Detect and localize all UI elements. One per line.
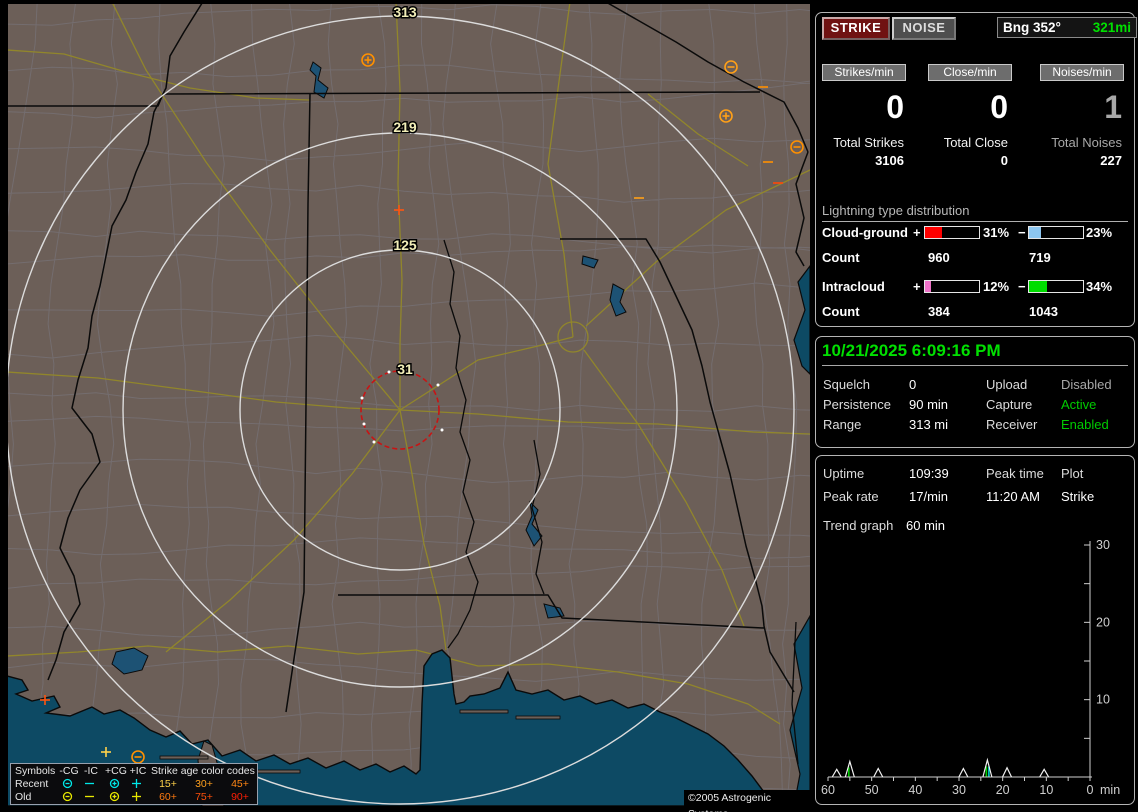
ic-pos-pct: 12% [983,279,1010,294]
ic-neg-count: 1043 [1029,304,1058,319]
receiver-label: Receiver [986,417,1038,432]
svg-text:20: 20 [1096,615,1110,629]
recent-pos-cg-icon [109,778,120,789]
age-code-75: 75+ [195,791,213,803]
total-noises-label: Total Noises [1051,135,1122,150]
cg-pos-pct: 31% [983,225,1010,240]
cg-minus-sign: − [1018,225,1026,240]
svg-text:10: 10 [1096,693,1110,707]
datetime-display: 10/21/2025 6:09:16 PM [822,341,1128,366]
capture-status: Active [1061,397,1097,412]
ic-pos-count: 384 [928,304,950,319]
trend-panel: Uptime 109:39 Peak time Plot Peak rate 1… [815,455,1135,805]
trend-graph: 10 20 30 60 50 40 30 20 10 0 min [821,538,1120,797]
legend-col-pos-ic: +IC [129,765,147,777]
bearing-display: Bng 352° 321mi [997,17,1137,38]
old-pos-ic-icon [131,791,142,802]
age-code-60: 60+ [159,791,177,803]
ic-plus-sign: + [913,279,921,294]
bearing-value: Bng 352° [1003,20,1061,35]
squelch-label: Squelch [823,377,870,392]
bearing-distance: 321mi [1092,20,1131,35]
total-strikes-label: Total Strikes [833,135,904,150]
copyright-notice: ©2005 Astrogenic Systems [684,790,814,812]
ic-count-label: Count [822,304,860,319]
cg-plus-sign: + [913,225,921,240]
svg-text:30: 30 [1096,538,1110,552]
age-code-90: 90+ [231,791,249,803]
map-legend: Symbols -CG -IC +CG +IC Strike age color… [10,763,258,805]
age-code-30: 30+ [195,778,213,790]
upload-label: Upload [986,377,1028,392]
stormvue-window: 313 219 125 31 Symbols -CG -IC +CG +IC Stri… [0,0,1138,812]
cg-count-label: Count [822,250,860,265]
svg-text:min: min [1100,783,1120,797]
squelch-value: 0 [909,377,917,392]
cg-neg-pct: 23% [1086,225,1113,240]
svg-text:0: 0 [1087,783,1094,797]
legend-row-old-label: Old [15,791,32,803]
age-code-15: 15+ [159,778,177,790]
range-value: 313 mi [909,417,949,432]
total-noises-value: 227 [1100,153,1122,168]
svg-text:40: 40 [908,783,922,797]
legend-row-recent-label: Recent [15,778,49,790]
noises-per-min-value: 1 [1104,89,1122,125]
total-close-value: 0 [1000,153,1008,168]
persistence-value: 90 min [909,397,949,412]
recent-pos-ic-icon [131,778,142,789]
legend-symbols-header: Symbols [15,765,56,777]
map-canvas[interactable]: 313 219 125 31 [1,0,845,812]
close-per-min-chip[interactable]: Close/min [928,64,1012,81]
ic-neg-pct: 34% [1086,279,1113,294]
strikes-per-min-value: 0 [886,89,904,125]
legend-age-header: Strike age color codes [151,765,255,777]
legend-col-neg-ic: -IC [84,765,98,777]
strike-mode-button[interactable]: STRIKE [822,17,890,40]
svg-text:125: 125 [393,237,417,253]
capture-label: Capture [986,397,1033,412]
range-label: Range [823,417,862,432]
lightning-map[interactable]: 313 219 125 31 [1,0,845,812]
svg-text:313: 313 [393,4,417,20]
total-close-label: Total Close [943,135,1008,150]
stats-panel: STRIKE NOISE Bng 352° 321mi Strikes/min … [815,12,1137,327]
status-panel: 10/21/2025 6:09:16 PM Squelch 0 Upload D… [815,336,1135,448]
ic-pos-bar [924,280,980,293]
ic-neg-bar [1028,280,1084,293]
legend-col-neg-cg: -CG [59,765,79,777]
old-neg-ic-icon [84,791,95,802]
old-neg-cg-icon [62,791,73,802]
ic-minus-sign: − [1018,279,1026,294]
cg-neg-bar [1028,226,1084,239]
distribution-heading: Lightning type distribution [822,203,1128,222]
svg-text:219: 219 [393,119,417,135]
svg-text:50: 50 [865,783,879,797]
noise-mode-button[interactable]: NOISE [892,17,956,40]
age-code-45: 45+ [231,778,249,790]
persistence-label: Persistence [823,397,891,412]
total-strikes-value: 3106 [875,153,904,168]
close-per-min-value: 0 [990,89,1008,125]
svg-text:10: 10 [1039,783,1053,797]
noises-per-min-chip[interactable]: Noises/min [1040,64,1124,81]
legend-col-pos-cg: +CG [105,765,127,777]
strikes-per-min-chip[interactable]: Strikes/min [822,64,906,81]
svg-text:60: 60 [821,783,835,797]
recent-neg-cg-icon [62,778,73,789]
recent-neg-ic-icon [84,778,95,789]
cg-neg-count: 719 [1029,250,1051,265]
upload-status: Disabled [1061,377,1112,392]
svg-text:20: 20 [996,783,1010,797]
cg-pos-bar [924,226,980,239]
svg-text:31: 31 [397,361,413,377]
intracloud-label: Intracloud [822,279,885,294]
old-pos-cg-icon [109,791,120,802]
svg-text:30: 30 [952,783,966,797]
receiver-status: Enabled [1061,417,1109,432]
cloud-ground-label: Cloud-ground [822,225,908,240]
cg-pos-count: 960 [928,250,950,265]
